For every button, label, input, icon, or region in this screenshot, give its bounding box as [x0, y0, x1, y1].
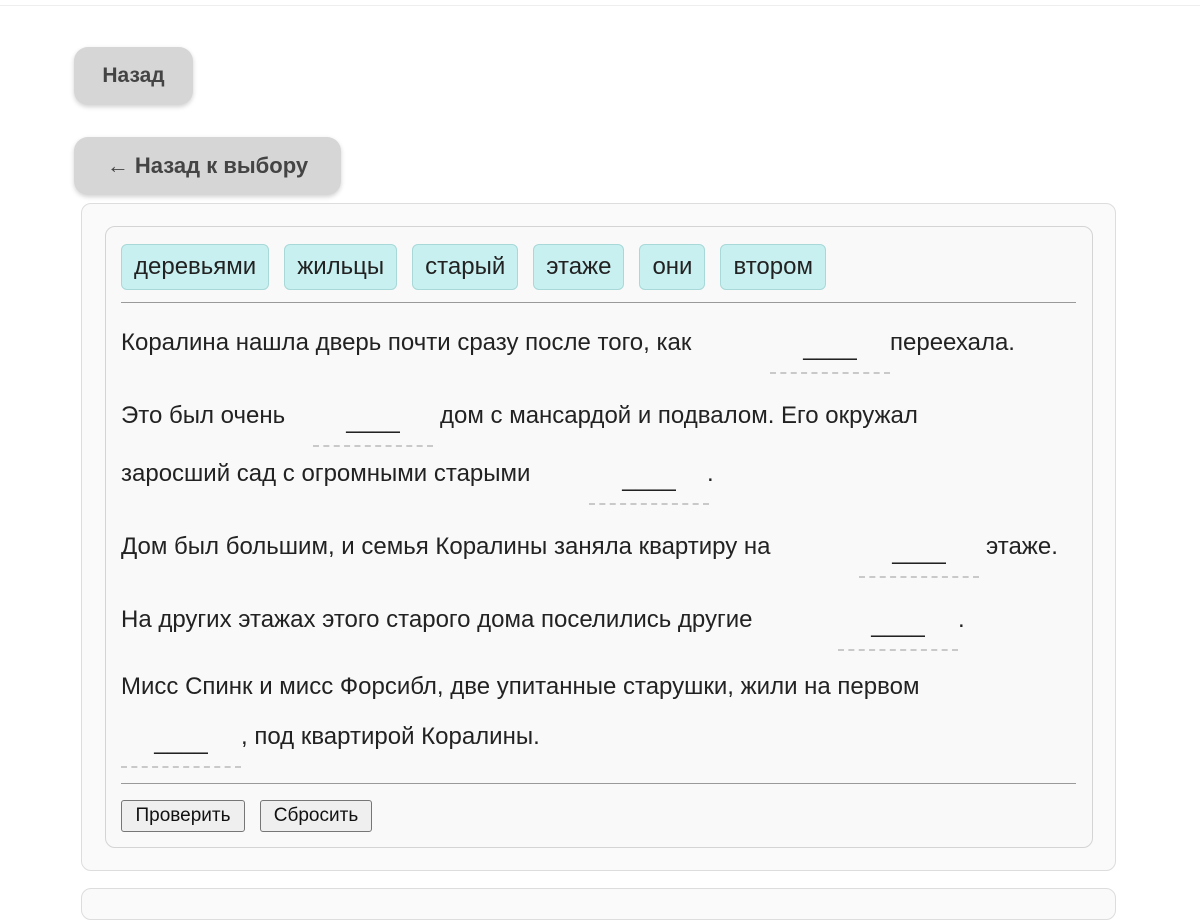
word-chip[interactable]: втором: [720, 244, 826, 290]
sentence-5-text: На других этажах этого старого дома посе…: [121, 606, 753, 633]
sentence-2-text: Это был очень: [121, 402, 286, 429]
blank-slot-6[interactable]: ____: [121, 720, 241, 768]
sentence-6-ending: , под квартирой Коралины.: [241, 723, 540, 750]
back-button[interactable]: Назад: [74, 47, 193, 105]
reset-button[interactable]: Сбросить: [260, 800, 372, 832]
actions-divider: [121, 783, 1076, 784]
blank-slot-2[interactable]: ____: [313, 399, 433, 447]
blank-slot-4-placeholder: ____: [892, 538, 946, 565]
blank-slot-1[interactable]: ____: [770, 326, 890, 374]
word-bank: деревьями жильцы старый этаже они втором: [121, 244, 826, 290]
blank-slot-6-placeholder: ____: [154, 728, 208, 755]
word-bank-divider: [121, 302, 1076, 303]
sentence-2-ending: дом с мансардой и подвалом. Его окружал: [440, 402, 918, 429]
blank-slot-5-placeholder: ____: [871, 611, 925, 638]
arrow-left-icon: ←: [106, 153, 129, 178]
word-chip[interactable]: жильцы: [284, 244, 398, 290]
blank-slot-3-placeholder: ____: [622, 465, 676, 492]
sentence-3-text: заросший сад с огромными старыми: [121, 460, 531, 487]
sentence-1-text: Коралина нашла дверь почти сразу после т…: [121, 329, 692, 356]
blank-slot-2-placeholder: ____: [346, 407, 400, 434]
top-divider: [0, 5, 1200, 6]
blank-slot-5[interactable]: ____: [838, 603, 958, 651]
word-chip[interactable]: они: [639, 244, 706, 290]
sentence-6-text: Мисс Спинк и мисс Форсибл, две упитанные…: [121, 673, 920, 700]
back-button-label: Назад: [102, 64, 165, 87]
sentence-3-ending: .: [707, 460, 714, 487]
reset-button-label: Сбросить: [273, 805, 359, 826]
blank-slot-3[interactable]: ____: [589, 457, 709, 505]
back-to-choice-label: Назад к выбору: [134, 153, 309, 178]
back-to-choice-button[interactable]: ← Назад к выбору: [74, 137, 341, 195]
next-exercise-card: [81, 888, 1116, 920]
sentence-1-ending: переехала.: [890, 329, 1015, 356]
blank-slot-1-placeholder: ____: [803, 334, 857, 361]
sentence-4-text: Дом был большим, и семья Коралины заняла…: [121, 533, 771, 560]
blank-slot-4[interactable]: ____: [859, 530, 979, 578]
sentence-5-ending: .: [958, 606, 965, 633]
check-button-label: Проверить: [135, 805, 231, 826]
word-chip[interactable]: этаже: [533, 244, 625, 290]
check-button[interactable]: Проверить: [121, 800, 245, 832]
word-chip[interactable]: старый: [412, 244, 519, 290]
word-chip[interactable]: деревьями: [121, 244, 270, 290]
sentence-4-ending: этаже.: [986, 533, 1058, 560]
